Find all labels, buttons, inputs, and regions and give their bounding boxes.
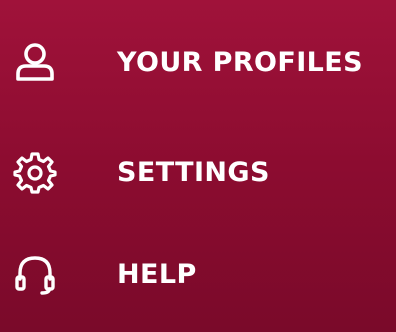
headset-icon [14, 253, 56, 295]
menu-item-label: SETTINGS [117, 156, 270, 188]
menu-item-settings[interactable]: SETTINGS [0, 136, 396, 208]
menu-item-label: HELP [117, 258, 197, 290]
menu-item-your-profiles[interactable]: YOUR PROFILES [0, 26, 396, 98]
gear-icon [13, 151, 57, 194]
menu-item-help[interactable]: HELP [0, 238, 396, 310]
user-icon [14, 41, 56, 83]
side-menu: YOUR PROFILES SETTINGS HELP [0, 0, 396, 332]
menu-item-label: YOUR PROFILES [117, 46, 363, 78]
